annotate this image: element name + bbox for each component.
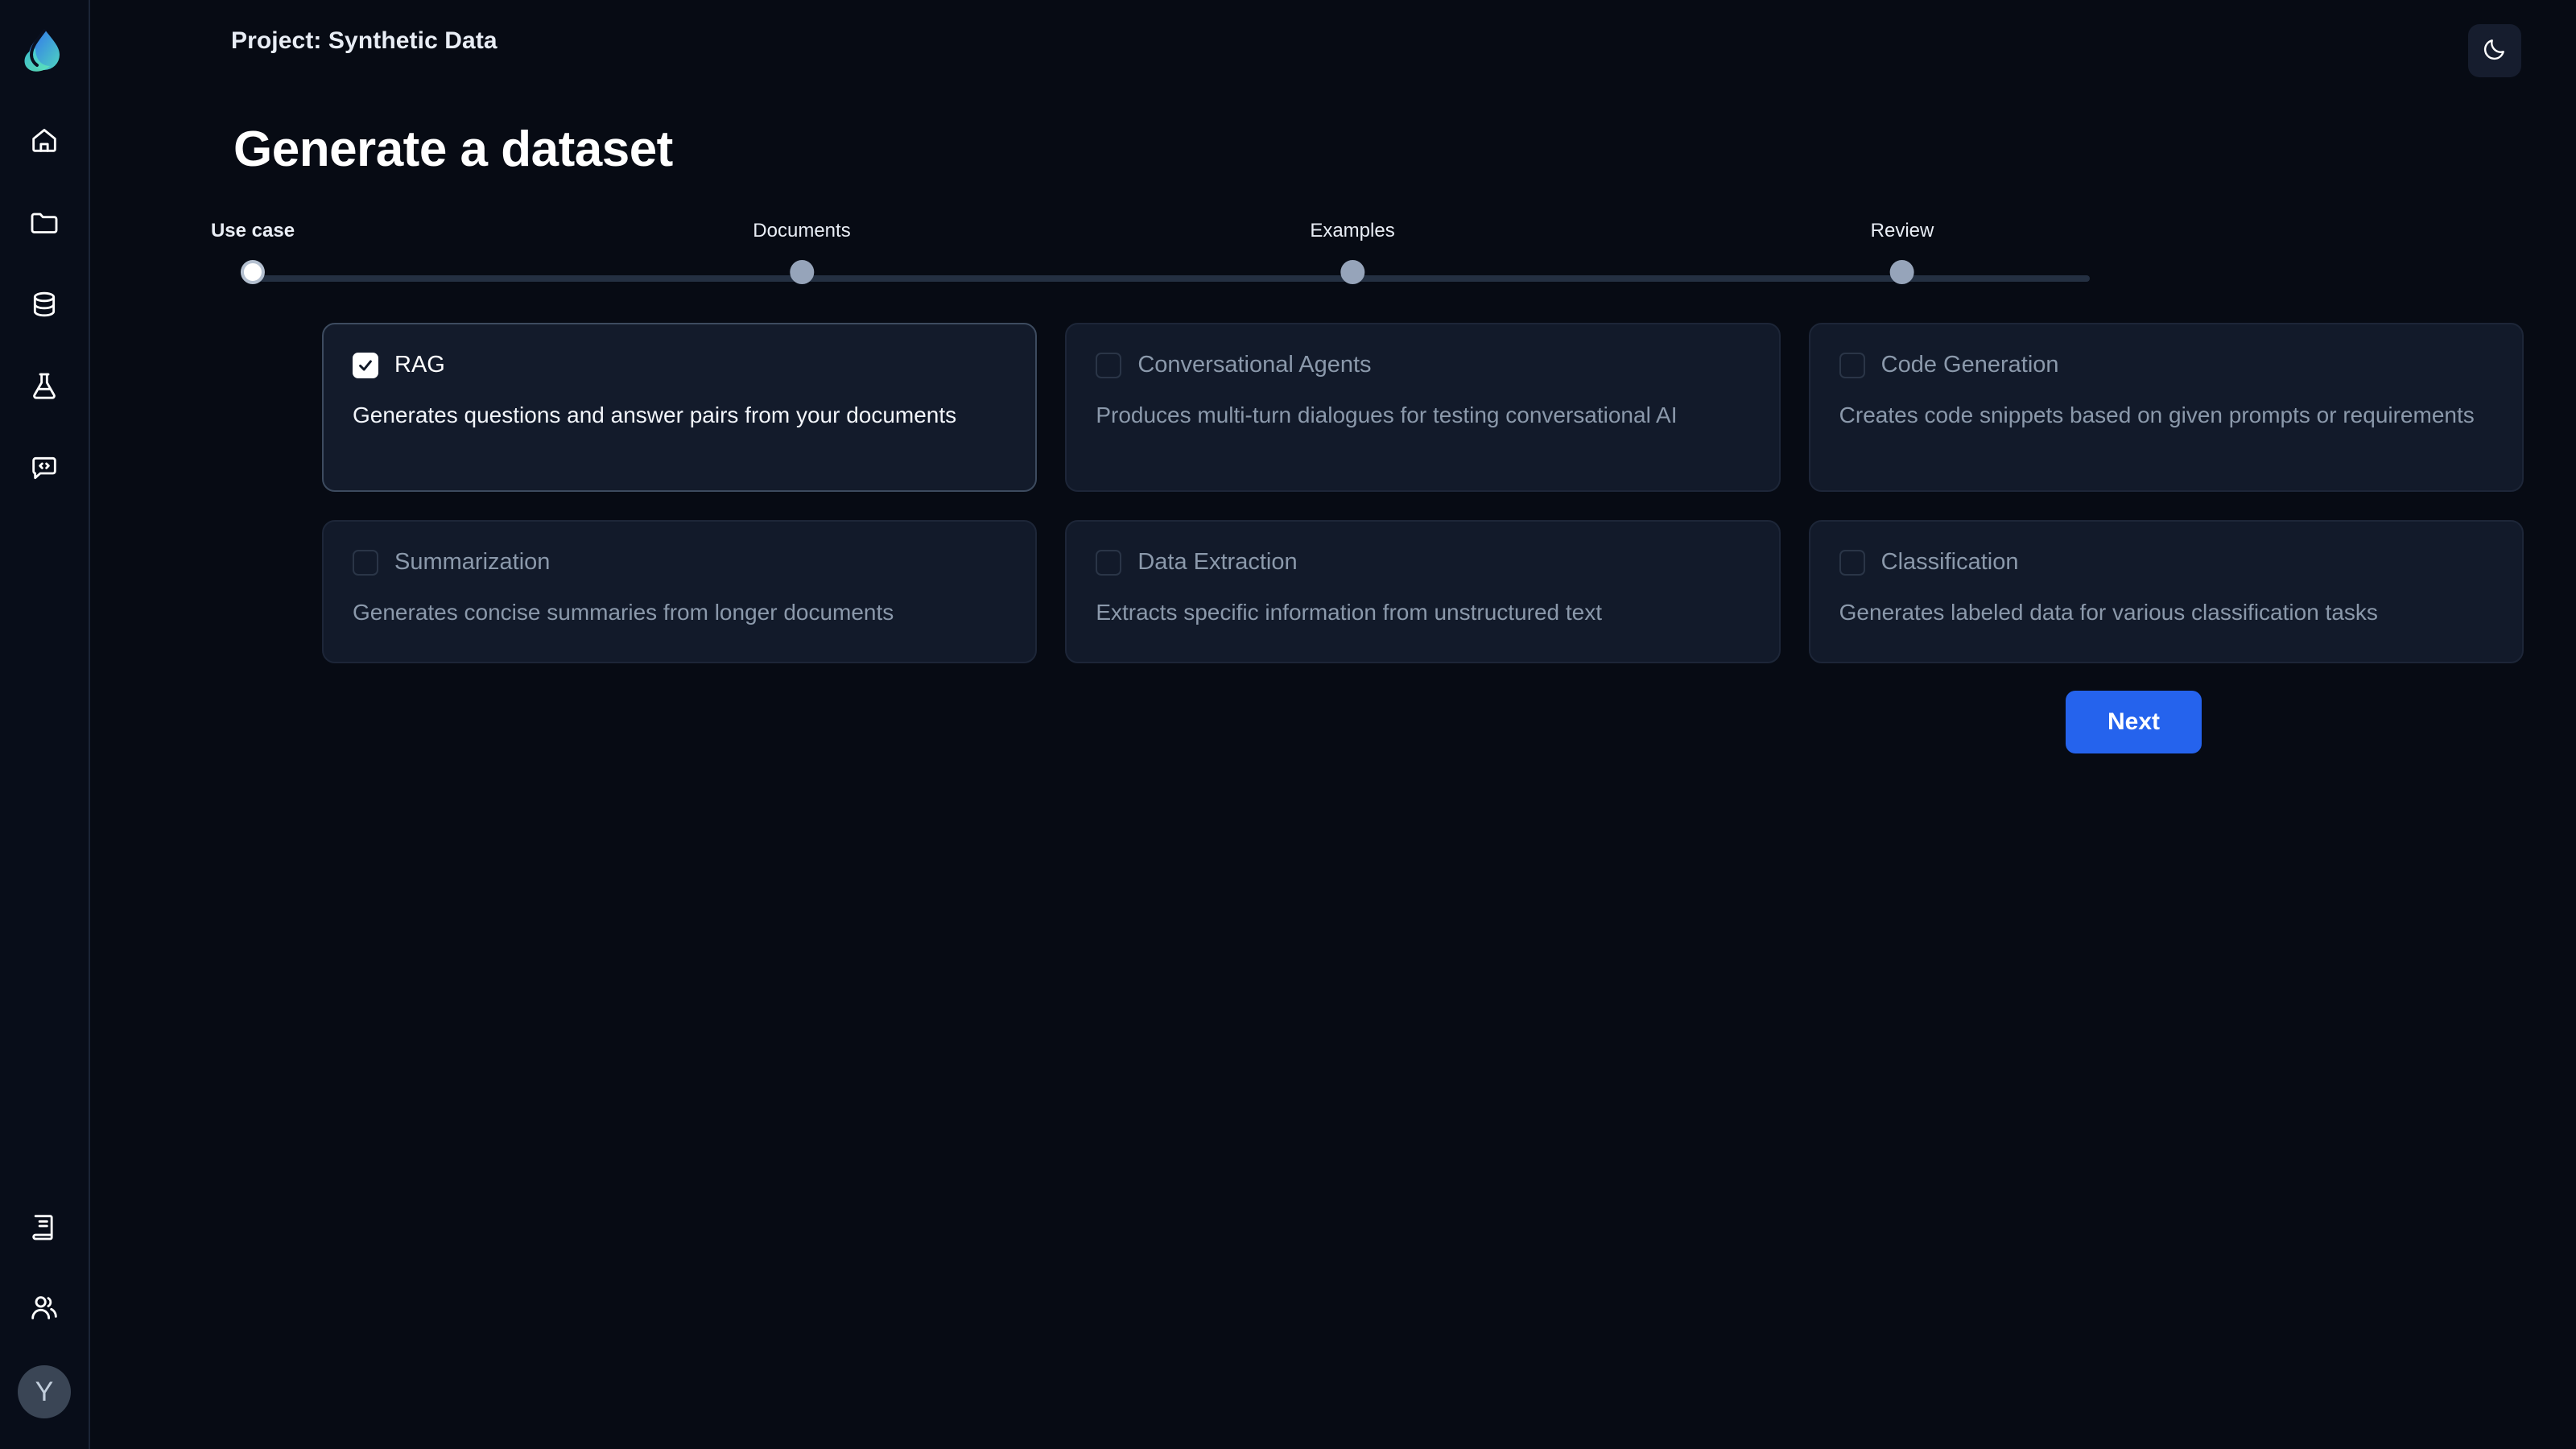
use-case-description: Extracts specific information from unstr… xyxy=(1096,600,1603,625)
sidebar-item-experiments[interactable] xyxy=(22,364,67,409)
use-case-card-code-generation[interactable]: Code Generation Creates code snippets ba… xyxy=(1808,323,2524,492)
sidebar-nav-secondary: Y xyxy=(18,1204,71,1418)
card-header: Conversational Agents xyxy=(1096,352,1749,378)
app-logo-icon[interactable] xyxy=(18,24,71,77)
sidebar-item-docs[interactable] xyxy=(22,1204,67,1249)
use-case-description: Generates concise summaries from longer … xyxy=(353,600,894,625)
sidebar-item-home[interactable] xyxy=(22,118,67,163)
use-case-label: Data Extraction xyxy=(1137,549,1298,575)
page-title: Generate a dataset xyxy=(233,122,673,177)
sidebar: Y xyxy=(0,0,90,1449)
card-header: Code Generation xyxy=(1839,352,2493,378)
checkbox-checked-icon[interactable] xyxy=(353,352,378,378)
checkbox-unchecked-icon[interactable] xyxy=(353,549,378,576)
sidebar-nav-primary xyxy=(22,118,67,491)
use-case-label: Code Generation xyxy=(1880,352,2059,378)
avatar-initial: Y xyxy=(35,1376,54,1407)
stepper-track xyxy=(253,275,2090,282)
stepper-step-label: Use case xyxy=(210,220,295,242)
avatar[interactable]: Y xyxy=(18,1365,71,1418)
use-case-card-classification[interactable]: Classification Generates labeled data fo… xyxy=(1808,520,2524,663)
checkbox-unchecked-icon[interactable] xyxy=(1839,352,1865,378)
use-case-label: RAG xyxy=(394,352,445,378)
stepper-step-review[interactable]: Review xyxy=(1871,220,1934,284)
use-case-card-data-extraction[interactable]: Data Extraction Extracts specific inform… xyxy=(1065,520,1781,663)
stepper-step-label: Examples xyxy=(1310,220,1395,242)
stepper-step-label: Documents xyxy=(753,220,851,242)
use-case-description: Generates questions and answer pairs fro… xyxy=(353,402,957,427)
use-case-label: Classification xyxy=(1880,549,2019,575)
wizard-actions: Next xyxy=(90,691,2344,753)
theme-toggle-button[interactable] xyxy=(2468,24,2521,77)
stepper-step-label: Review xyxy=(1870,220,1934,242)
checkbox-unchecked-icon[interactable] xyxy=(1096,549,1122,576)
stepper-step-examples[interactable]: Examples xyxy=(1310,220,1395,284)
sidebar-item-projects[interactable] xyxy=(22,200,67,245)
breadcrumb-project-title: Project: Synthetic Data xyxy=(231,27,497,54)
checkbox-unchecked-icon[interactable] xyxy=(1839,549,1865,576)
moon-icon xyxy=(2482,36,2508,66)
next-button[interactable]: Next xyxy=(2065,691,2202,753)
stepper-dot xyxy=(1340,260,1364,284)
use-case-description: Creates code snippets based on given pro… xyxy=(1839,402,2475,427)
use-case-card-summarization[interactable]: Summarization Generates concise summarie… xyxy=(322,520,1038,663)
card-header: Data Extraction xyxy=(1096,549,1749,576)
card-header: RAG xyxy=(353,352,1006,378)
use-case-card-grid: RAG Generates questions and answer pairs… xyxy=(322,323,2524,663)
use-case-label: Conversational Agents xyxy=(1137,352,1372,378)
stepper-step-documents[interactable]: Documents xyxy=(753,220,851,284)
use-case-card-rag[interactable]: RAG Generates questions and answer pairs… xyxy=(322,323,1038,492)
checkbox-unchecked-icon[interactable] xyxy=(1096,352,1122,378)
card-header: Summarization xyxy=(353,549,1006,576)
sidebar-item-team[interactable] xyxy=(22,1285,67,1330)
main-content: Project: Synthetic Data Generate a datas… xyxy=(90,0,2576,1449)
use-case-label: Summarization xyxy=(394,549,551,575)
stepper-step-use-case[interactable]: Use case xyxy=(211,220,295,284)
card-header: Classification xyxy=(1839,549,2493,576)
topbar: Project: Synthetic Data xyxy=(90,0,2576,77)
use-case-card-conversational-agents[interactable]: Conversational Agents Produces multi-tur… xyxy=(1065,323,1781,492)
sidebar-item-datasets[interactable] xyxy=(22,282,67,327)
wizard-stepper: Use case Documents Examples Review xyxy=(211,220,2109,292)
stepper-dot xyxy=(241,260,265,284)
use-case-description: Produces multi-turn dialogues for testin… xyxy=(1096,402,1678,427)
sidebar-item-playground[interactable] xyxy=(22,446,67,491)
use-case-description: Generates labeled data for various class… xyxy=(1839,600,2378,625)
stepper-dot xyxy=(1889,260,1914,284)
stepper-dot xyxy=(789,260,814,284)
